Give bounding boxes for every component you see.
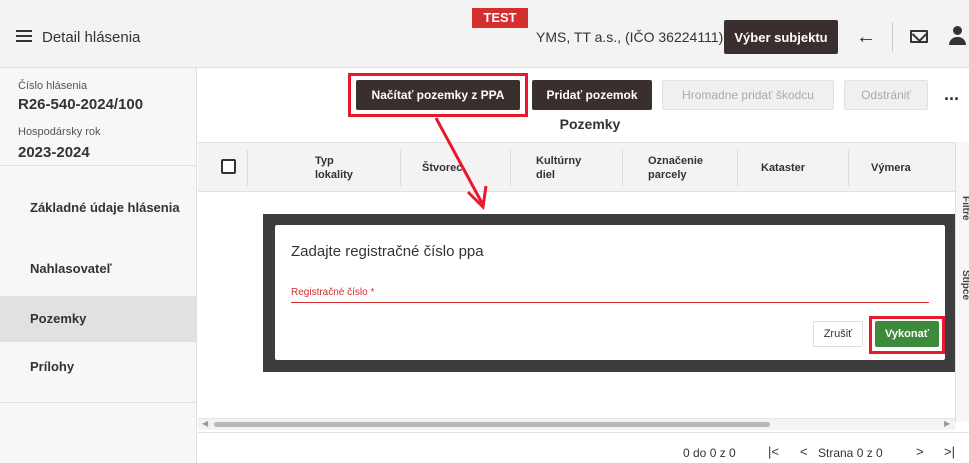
column-separator	[848, 150, 849, 186]
page-title: Detail hlásenia	[42, 29, 141, 46]
cancel-button[interactable]: Zrušiť	[813, 321, 863, 347]
column-header-area[interactable]: Výmera	[871, 161, 911, 175]
column-header-parcel-id[interactable]: Označenie parcely	[648, 154, 703, 182]
choose-subject-button[interactable]: Výber subjektu	[724, 20, 838, 54]
sidebar-item-attachments[interactable]: Prílohy	[0, 344, 197, 390]
back-arrow-icon[interactable]: ←	[856, 26, 876, 49]
subject-info: YMS, TT a.s., (IČO 36224111)	[536, 29, 724, 45]
column-separator	[510, 150, 511, 186]
column-separator	[737, 150, 738, 186]
env-badge: TEST	[472, 8, 528, 28]
pager-range: 0 do 0 z 0	[683, 446, 736, 460]
app-header: Detail hlásenia TEST YMS, TT a.s., (IČO …	[0, 0, 969, 68]
year-label: Hospodársky rok	[18, 126, 101, 138]
column-header-cadastre[interactable]: Kataster	[761, 161, 805, 175]
scroll-right-icon[interactable]: ▶	[944, 419, 950, 428]
year-value: 2023-2024	[18, 144, 90, 161]
user-icon[interactable]	[948, 26, 969, 46]
scrollbar-thumb[interactable]	[214, 422, 770, 427]
last-page-icon[interactable]: >|	[944, 444, 955, 459]
select-all-checkbox[interactable]	[221, 159, 236, 174]
sidebar-item-reporter[interactable]: Nahlasovateľ	[0, 246, 197, 292]
first-page-icon[interactable]: |<	[768, 444, 779, 459]
columns-tab[interactable]: Stĺpce	[960, 270, 969, 300]
submit-highlight	[869, 316, 945, 354]
column-separator	[622, 150, 623, 186]
registration-number-input[interactable]	[291, 299, 929, 303]
add-land-button[interactable]: Pridať pozemok	[532, 80, 652, 110]
sidebar-item-lands[interactable]: Pozemky	[0, 296, 197, 342]
header-divider	[892, 22, 893, 52]
bulk-add-damage-button[interactable]: Hromadne pridať škodcu	[662, 80, 834, 110]
pager-page: Strana 0 z 0	[818, 446, 883, 460]
dialog-title: Zadajte registračné číslo ppa	[291, 243, 484, 260]
next-page-icon[interactable]: >	[916, 444, 924, 459]
load-ppa-highlight	[348, 73, 528, 117]
scroll-left-icon[interactable]: ◀	[202, 419, 208, 428]
section-title: Pozemky	[559, 116, 621, 132]
sidebar-divider	[0, 402, 197, 403]
column-separator	[247, 150, 248, 186]
sidebar-item-basic-data[interactable]: Základné údaje hlásenia	[0, 200, 197, 236]
mail-icon[interactable]	[910, 30, 928, 43]
report-number-label: Číslo hlásenia	[18, 80, 88, 92]
remove-button[interactable]: Odstrániť	[844, 80, 928, 110]
menu-icon[interactable]	[16, 30, 32, 42]
report-number: R26-540-2024/100	[18, 96, 144, 113]
more-options-icon[interactable]: ...	[944, 84, 959, 105]
column-header-culture-part[interactable]: Kultúrny diel	[536, 154, 581, 182]
column-header-square[interactable]: Štvorec	[422, 161, 462, 175]
column-header-location-type[interactable]: Typ lokality	[315, 154, 353, 182]
column-separator	[400, 150, 401, 186]
sidebar: Číslo hlásenia R26-540-2024/100 Hospodár…	[0, 68, 197, 463]
registration-dialog: Zadajte registračné číslo ppa Registračn…	[275, 225, 945, 360]
prev-page-icon[interactable]: <	[800, 444, 808, 459]
registration-number-label: Registračné číslo *	[291, 287, 375, 298]
filters-tab[interactable]: Filtre	[960, 196, 969, 220]
sidebar-divider	[0, 165, 197, 166]
